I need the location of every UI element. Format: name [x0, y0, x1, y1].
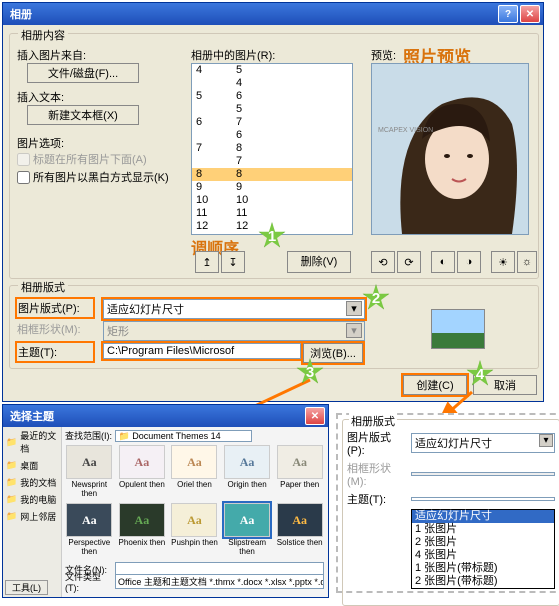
list-item[interactable]: 88: [192, 168, 352, 181]
sidebar-item[interactable]: 📁网上邻居: [3, 508, 61, 525]
file-disk-button[interactable]: 文件/磁盘(F)...: [27, 63, 139, 83]
album-dialog: 相册 ? ✕ 相册内容 插入图片来自: 文件/磁盘(F)... 插入文本: 新建…: [2, 2, 544, 402]
titlebar[interactable]: 相册 ? ✕: [3, 3, 543, 25]
frame-label: 相框形状(M):: [17, 321, 81, 337]
frame-combo: 矩形: [103, 321, 365, 341]
theme-label: 主题(T):: [17, 343, 93, 361]
layout-thumbnail: [431, 309, 485, 349]
pic-layout-combo[interactable]: 适应幻灯片尺寸: [411, 433, 555, 453]
insert-text-label: 插入文本:: [17, 89, 64, 105]
theme-thumb[interactable]: AaPaper then: [275, 445, 324, 499]
theme-thumb[interactable]: AaSlipstream then: [223, 503, 272, 557]
pics-in-album-label: 相册中的图片(R):: [191, 47, 275, 63]
list-item[interactable]: 5: [192, 103, 352, 116]
sidebar-item[interactable]: 📁我的文档: [3, 474, 61, 491]
caption-checkbox[interactable]: 标题在所有图片下面(A): [17, 151, 147, 167]
move-down-button[interactable]: ↧: [221, 251, 245, 273]
new-textbox-button[interactable]: 新建文本框(X): [27, 105, 139, 125]
picture-listbox[interactable]: 4545656767878899101011111212131314141515: [191, 63, 353, 235]
theme-thumb[interactable]: AaSolstice then: [275, 503, 324, 557]
lookin-label: 查找范围(I): 📁 Document Themes 14: [65, 429, 252, 442]
close-icon[interactable]: ✕: [305, 407, 325, 425]
theme-open-dialog: 选择主题 ✕ 📁最近的文档📁桌面📁我的文档📁我的电脑📁网上邻居 查找范围(I):…: [2, 404, 329, 598]
list-item[interactable]: 1111: [192, 207, 352, 220]
dropdown-option[interactable]: 4 张图片: [412, 549, 554, 562]
dialog-title: 相册: [6, 6, 496, 22]
list-item[interactable]: 56: [192, 90, 352, 103]
contrast-down-icon[interactable]: ◑: [457, 251, 481, 273]
pic-options-label: 图片选项:: [17, 135, 64, 151]
group-label: 相册内容: [18, 27, 68, 43]
preview-label: 预览:: [371, 47, 396, 63]
brightness-down-icon[interactable]: ☼: [517, 251, 537, 273]
dropdown-option[interactable]: 1 张图片: [412, 523, 554, 536]
tools-button[interactable]: 工具(L): [5, 580, 48, 595]
list-item[interactable]: 7: [192, 155, 352, 168]
dropdown-option[interactable]: 适应幻灯片尺寸: [412, 510, 554, 523]
frame-label: 相框形状(M):: [347, 460, 407, 488]
theme-thumb[interactable]: AaPerspective then: [65, 503, 114, 557]
insert-from-label: 插入图片来自:: [17, 47, 86, 63]
theme-label: 主题(T):: [347, 491, 407, 507]
layout-dropdown-panel: 相册版式 图片版式(P):适应幻灯片尺寸 相框形状(M): 主题(T): 适应幻…: [336, 413, 559, 593]
list-item[interactable]: 1212: [192, 220, 352, 233]
list-item[interactable]: 99: [192, 181, 352, 194]
list-item[interactable]: 1313: [192, 233, 352, 235]
theme-thumb[interactable]: AaOpulent then: [118, 445, 167, 499]
close-icon[interactable]: ✕: [520, 5, 540, 23]
dropdown-option[interactable]: 2 张图片: [412, 536, 554, 549]
theme-input[interactable]: C:\Program Files\Microsof: [103, 343, 301, 359]
places-sidebar[interactable]: 📁最近的文档📁桌面📁我的文档📁我的电脑📁网上邻居: [3, 427, 62, 597]
preview-pane: MCAPEX VISION: [371, 63, 529, 235]
move-up-button[interactable]: ↥: [195, 251, 219, 273]
svg-text:MCAPEX VISION: MCAPEX VISION: [378, 127, 433, 134]
cancel-button[interactable]: 取消: [473, 375, 537, 395]
theme-thumb[interactable]: AaPhoenix then: [118, 503, 167, 557]
bw-checkbox[interactable]: 所有图片以黑白方式显示(K): [17, 169, 169, 185]
pic-layout-label: 图片版式(P):: [17, 299, 93, 317]
pic-layout-label: 图片版式(P):: [347, 429, 407, 457]
sidebar-item[interactable]: 📁我的电脑: [3, 491, 61, 508]
rotate-left-icon[interactable]: ⟲: [371, 251, 395, 273]
sidebar-item[interactable]: 📁桌面: [3, 457, 61, 474]
group-label: 相册版式: [18, 279, 68, 295]
rotate-right-icon[interactable]: ⟳: [397, 251, 421, 273]
theme-input[interactable]: [411, 497, 555, 501]
photo-illustration: MCAPEX VISION: [372, 64, 528, 234]
theme-thumb[interactable]: AaPushpin then: [170, 503, 219, 557]
browse-button[interactable]: 浏览(B)...: [303, 343, 363, 363]
list-item[interactable]: 78: [192, 142, 352, 155]
theme-thumbnails[interactable]: AaNewsprint thenAaOpulent thenAaOriel th…: [65, 445, 324, 557]
filetype-combo[interactable]: Office 主题和主题文档 *.thmx *.docx *.xlsx *.pp…: [115, 574, 324, 589]
delete-button[interactable]: 删除(V): [287, 251, 351, 273]
filetype-row: 文件类型(T):Office 主题和主题文档 *.thmx *.docx *.x…: [65, 570, 324, 593]
list-item[interactable]: 6: [192, 129, 352, 142]
contrast-up-icon[interactable]: ◐: [431, 251, 455, 273]
list-item[interactable]: 1010: [192, 194, 352, 207]
layout-options-dropdown[interactable]: 适应幻灯片尺寸1 张图片2 张图片4 张图片1 张图片(带标题)2 张图片(带标…: [411, 509, 555, 589]
help-icon[interactable]: ?: [498, 5, 518, 23]
dropdown-option[interactable]: 1 张图片(带标题): [412, 562, 554, 575]
create-button[interactable]: 创建(C): [403, 375, 467, 395]
sidebar-item[interactable]: 📁最近的文档: [3, 427, 61, 457]
list-item[interactable]: 67: [192, 116, 352, 129]
theme-thumb[interactable]: AaOriel then: [170, 445, 219, 499]
theme-thumb[interactable]: AaOrigin then: [223, 445, 272, 499]
list-item[interactable]: 45: [192, 64, 352, 77]
list-item[interactable]: 4: [192, 77, 352, 90]
group-album-layout: 相册版式 图片版式(P):适应幻灯片尺寸 相框形状(M): 主题(T): 适应幻…: [342, 419, 559, 606]
group-label: 相册版式: [349, 413, 397, 429]
theme-thumb[interactable]: AaNewsprint then: [65, 445, 114, 499]
dropdown-option[interactable]: 2 张图片(带标题): [412, 575, 554, 588]
titlebar[interactable]: 选择主题 ✕: [3, 405, 328, 427]
frame-combo: [411, 472, 555, 476]
brightness-up-icon[interactable]: ☀: [491, 251, 515, 273]
pic-layout-combo[interactable]: 适应幻灯片尺寸: [103, 299, 365, 319]
dialog-title: 选择主题: [6, 408, 303, 424]
